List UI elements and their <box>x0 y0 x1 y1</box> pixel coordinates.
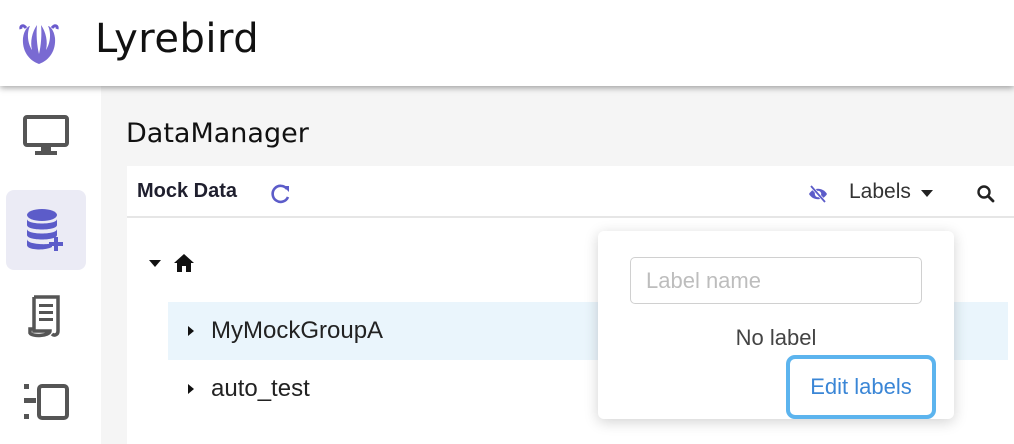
top-bar: Lyrebird <box>0 0 1014 86</box>
sidebar <box>0 86 101 444</box>
sidebar-item-logs[interactable] <box>6 276 86 356</box>
labels-dropdown[interactable]: Labels <box>849 178 933 206</box>
edit-labels-label: Edit labels <box>810 374 912 399</box>
sidebar-item-layout[interactable] <box>6 362 86 442</box>
chevron-down-icon <box>920 190 933 197</box>
tree-item-label: auto_test <box>211 375 310 402</box>
page-title: DataManager <box>126 118 309 149</box>
tree-item-label: MyMockGroupA <box>211 317 384 344</box>
labels-popover: No label Edit labels <box>598 231 954 419</box>
panel-title: Mock Data <box>137 180 238 202</box>
caret-right-icon[interactable] <box>188 326 194 336</box>
tree-root[interactable] <box>149 252 195 274</box>
app-title: Lyrebird <box>95 16 260 62</box>
monitor-icon <box>23 115 69 155</box>
search-icon[interactable] <box>975 183 997 205</box>
no-label-text: No label <box>735 325 817 350</box>
home-icon <box>174 254 194 272</box>
layout-panel-icon <box>24 384 69 420</box>
label-name-input[interactable] <box>630 257 922 304</box>
scroll-icon <box>28 295 60 338</box>
panel-header: Mock Data Labels <box>127 166 1014 218</box>
edit-labels-button[interactable]: Edit labels <box>786 355 936 419</box>
sidebar-item-datamanager[interactable] <box>6 190 86 270</box>
refresh-icon[interactable] <box>270 183 292 205</box>
labels-dropdown-label: Labels <box>849 180 911 203</box>
eye-off-icon[interactable] <box>807 183 829 205</box>
lyrebird-logo-icon[interactable] <box>18 20 60 66</box>
database-add-icon <box>27 209 63 251</box>
sidebar-item-monitor[interactable] <box>6 96 86 176</box>
caret-right-icon[interactable] <box>188 384 194 394</box>
caret-down-icon[interactable] <box>149 259 161 267</box>
